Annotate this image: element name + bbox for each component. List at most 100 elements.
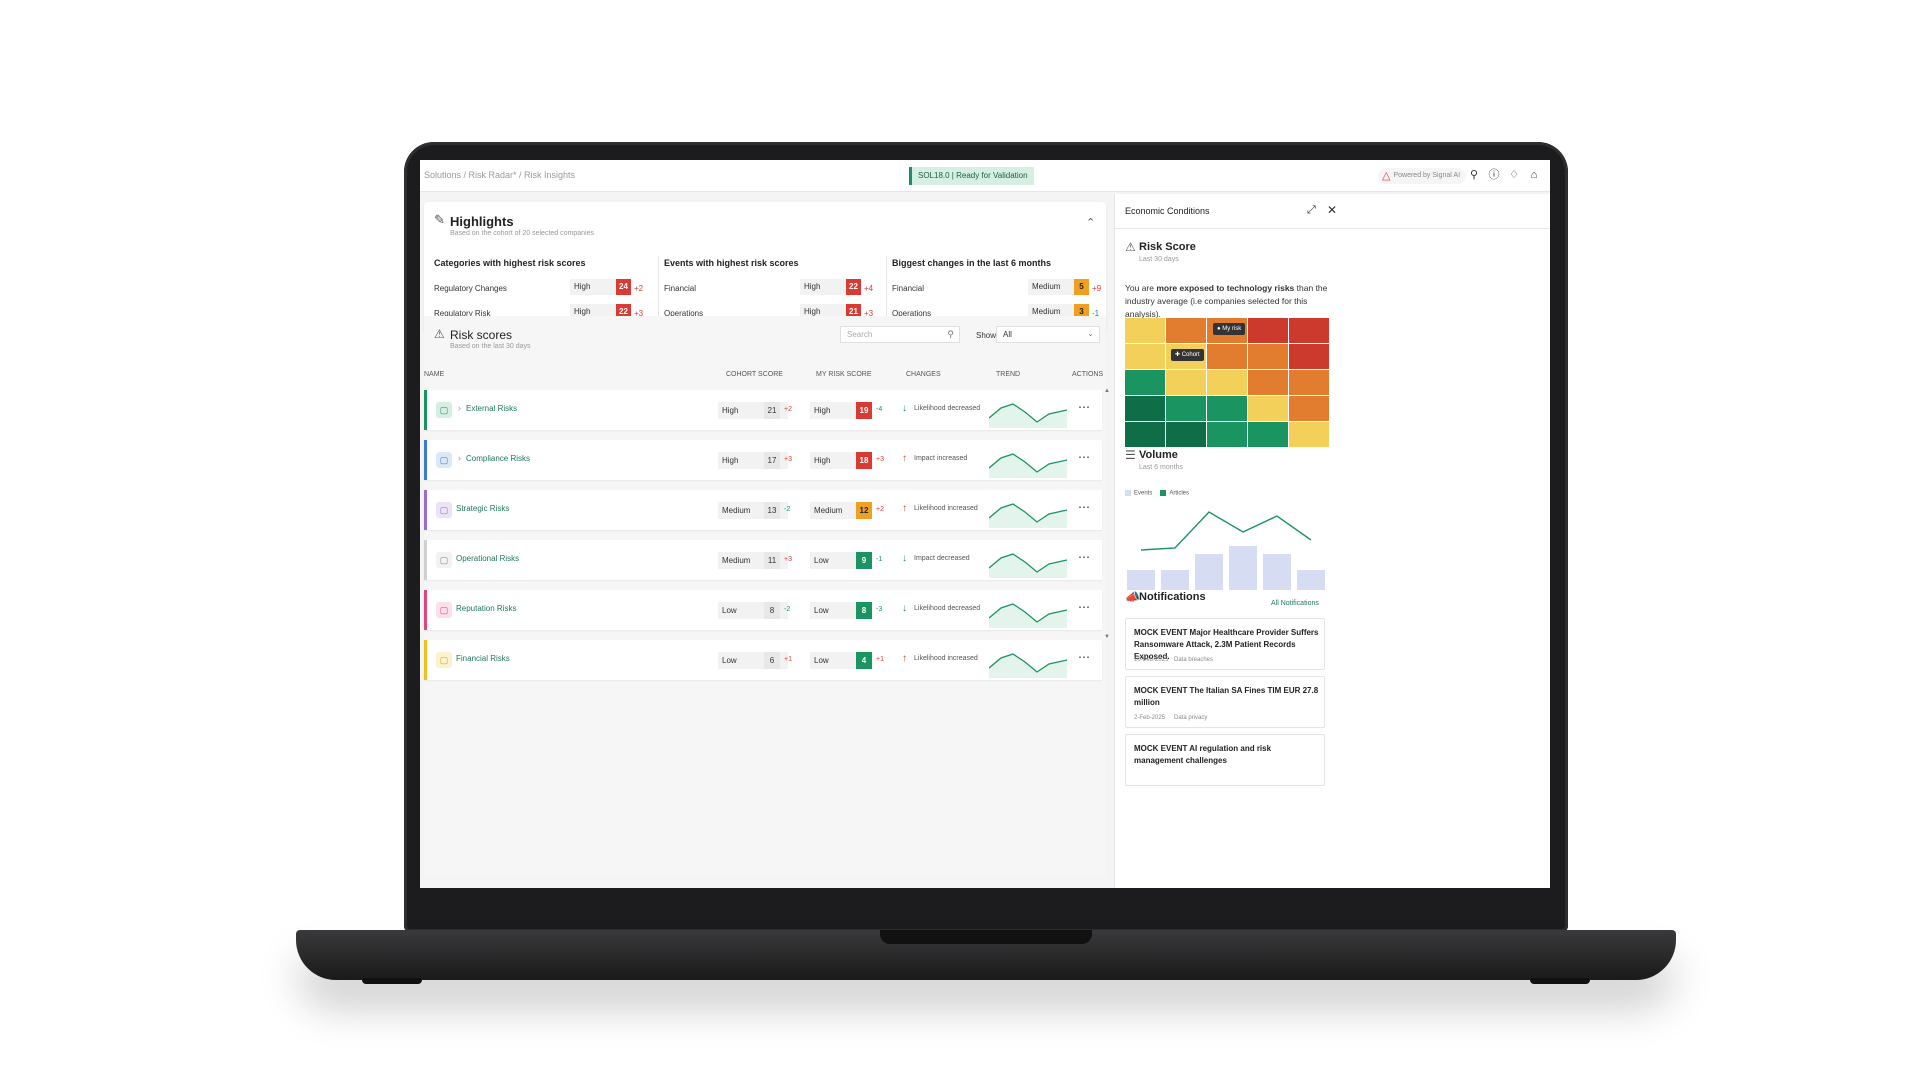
risk-name-link[interactable]: Financial Risks [456, 654, 510, 663]
legend-events[interactable]: Events [1125, 490, 1152, 497]
show-select[interactable]: All ⌄ [996, 326, 1100, 343]
scroll-up-arrow[interactable]: ▲ [1104, 388, 1110, 394]
cohort-change: +1 [784, 656, 792, 663]
table-row[interactable]: ▢ Strategic Risks Medium 13 -2 Medium 12 +2 ↑ Lik… [424, 490, 1102, 530]
folder-icon: ▢ [436, 452, 452, 468]
risk-name-link[interactable]: External Risks [466, 404, 517, 413]
highlight-row[interactable]: Regulatory Changes High 24 +2 [434, 276, 660, 301]
chevron-right-icon[interactable]: › [458, 403, 461, 413]
row-color-bar [424, 490, 427, 530]
all-notifications-link[interactable]: All Notifications [1271, 600, 1319, 607]
risk-name-link[interactable]: Compliance Risks [466, 454, 530, 463]
trend-sparkline [989, 503, 1067, 528]
notification-card[interactable]: MOCK EVENT AI regulation and risk manage… [1125, 734, 1325, 786]
risk-score-title: Risk Score [1139, 241, 1196, 253]
notification-card[interactable]: MOCK EVENT The Italian SA Fines TIM EUR … [1125, 676, 1325, 728]
folder-icon: ▢ [436, 502, 452, 518]
megaphone-icon: 📣 [1125, 590, 1140, 604]
highlight-column-title: Biggest changes in the last 6 months [892, 258, 1052, 268]
risk-scores-card: ⚠ Risk scores Based on the last 30 days … [424, 316, 1110, 876]
bell-icon[interactable]: ♢ [1508, 168, 1520, 182]
app-screen: Solutions / Risk Radar* / Risk Insights … [420, 160, 1550, 888]
heatmap-cell [1207, 422, 1247, 447]
events-bar [1127, 570, 1155, 590]
heatmap-cell [1125, 396, 1165, 421]
laptop-foot-right [1530, 978, 1590, 984]
arrow-up-icon: ↑ [902, 653, 907, 664]
more-actions-icon[interactable]: ⋯ [1078, 550, 1090, 564]
show-select-value: All [1003, 330, 1012, 339]
heatmap-cell [1289, 370, 1329, 395]
description-bold: more exposed to technology risks [1156, 283, 1295, 293]
heatmap-cell [1166, 370, 1206, 395]
expand-icon[interactable]: ⤢ [1307, 204, 1316, 217]
risk-score-subtitle: Last 30 days [1139, 256, 1179, 263]
header-changes[interactable]: CHANGES [906, 371, 941, 378]
status-badge: SOL18.0 | Ready for Validation [909, 167, 1034, 185]
folder-icon: ▢ [436, 402, 452, 418]
panel-title: Economic Conditions [1125, 206, 1210, 216]
more-actions-icon[interactable]: ⋯ [1078, 650, 1090, 664]
highlight-change: +4 [864, 284, 874, 293]
cohort-change: -2 [784, 506, 791, 513]
risk-scores-subtitle: Based on the last 30 days [450, 343, 531, 350]
my-risk-score: 9 [856, 552, 872, 569]
chevron-right-icon[interactable]: › [458, 453, 461, 463]
scroll-down-arrow[interactable]: ▼ [1104, 634, 1110, 640]
heatmap-cell [1125, 370, 1165, 395]
events-bar [1161, 570, 1189, 590]
highlight-row[interactable]: Financial Medium 5 +9 [892, 276, 1118, 301]
heatmap-cell [1166, 422, 1206, 447]
cohort-score: 11 [764, 552, 780, 569]
heatmap-cell [1248, 422, 1288, 447]
help-icon[interactable]: ⓘ [1488, 168, 1500, 182]
highlight-row[interactable]: Financial High 22 +4 [664, 276, 890, 301]
header-my-risk-score[interactable]: MY RISK SCORE [816, 371, 872, 378]
home-icon[interactable]: ⌂ [1528, 168, 1540, 182]
risk-name-link[interactable]: Reputation Risks [456, 604, 516, 613]
header-name[interactable]: NAME [424, 371, 444, 378]
table-row[interactable]: ▢ › Compliance Risks High 17 +3 High 18 +3 ↑ Impac… [424, 440, 1102, 480]
cohort-change: +3 [784, 456, 792, 463]
change-description: Impact decreased [914, 555, 970, 562]
cohort-label: Cohort [1181, 352, 1200, 358]
breadcrumb[interactable]: Solutions / Risk Radar* / Risk Insights [424, 170, 575, 180]
heatmap-cell [1248, 396, 1288, 421]
table-row[interactable]: ▢ Reputation Risks Low 8 -2 Low 8 -3 ↓ Likelihood… [424, 590, 1102, 630]
search-icon[interactable]: ⚲ [1468, 168, 1480, 182]
header-cohort-score[interactable]: COHORT SCORE [726, 371, 783, 378]
my-risk-score: 12 [856, 502, 872, 519]
heatmap-cell [1289, 344, 1329, 369]
articles-line [1140, 511, 1312, 551]
more-actions-icon[interactable]: ⋯ [1078, 450, 1090, 464]
table-row[interactable]: ▢ Operational Risks Medium 11 +3 Low 9 -1 ↓ Impac… [424, 540, 1102, 580]
risk-name-link[interactable]: Operational Risks [456, 554, 519, 563]
cohort-score: 8 [764, 602, 780, 619]
highlight-name: Regulatory Changes [434, 284, 507, 293]
search-placeholder: Search [847, 330, 873, 339]
more-actions-icon[interactable]: ⋯ [1078, 600, 1090, 614]
detail-panel: Economic Conditions ⤢ ✕ ⚠ Risk Score Las… [1114, 194, 1550, 888]
risk-name-link[interactable]: Strategic Risks [456, 504, 509, 513]
my-risk-score: 18 [856, 452, 872, 469]
notification-card[interactable]: MOCK EVENT Major Healthcare Provider Suf… [1125, 618, 1325, 670]
more-actions-icon[interactable]: ⋯ [1078, 500, 1090, 514]
my-risk-change: -4 [876, 406, 883, 413]
layers-icon: ☰ [1125, 448, 1136, 462]
table-row[interactable]: ▢ › External Risks High 21 +2 High 19 -4 ↓ Likelih… [424, 390, 1102, 430]
cohort-score: 17 [764, 452, 780, 469]
notification-date: 10-Feb-2025 [1134, 657, 1169, 663]
legend-articles[interactable]: Articles [1160, 490, 1189, 497]
risk-heatmap: ● My risk ✚ Cohort [1125, 318, 1329, 447]
more-actions-icon[interactable]: ⋯ [1078, 400, 1090, 414]
my-risk-change: -1 [876, 556, 883, 563]
table-row[interactable]: ▢ Financial Risks Low 6 +1 Low 4 +1 ↑ Likelihood … [424, 640, 1102, 680]
heatmap-cell [1166, 318, 1206, 343]
search-input[interactable]: Search ⚲ [840, 326, 960, 343]
events-bar [1263, 554, 1291, 590]
collapse-chevron-icon[interactable]: ⌃ [1086, 216, 1095, 229]
close-icon[interactable]: ✕ [1327, 203, 1337, 217]
heatmap-cell [1125, 344, 1165, 369]
laptop-notch [880, 930, 1092, 944]
pen-icon: ✎ [434, 212, 445, 227]
